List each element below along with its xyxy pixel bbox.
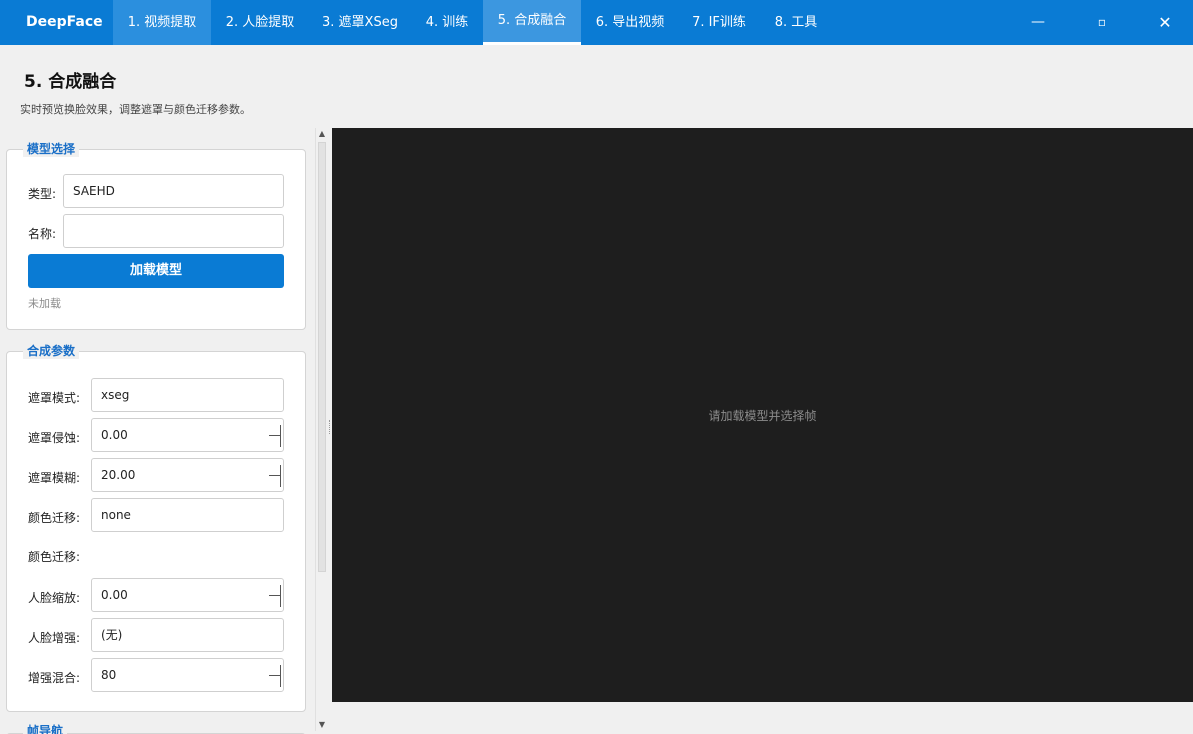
tab-merge[interactable]: 5. 合成融合 [483,0,581,45]
enhance-blend-label: 增强混合: [28,671,81,685]
page-subtitle: 实时预览换脸效果，调整遮罩与颜色迁移参数。 [20,103,251,116]
color-transfer-label: 颜色迁移: [28,511,81,525]
left-panel-scrollbar[interactable]: ▲ ▼ [315,128,328,731]
minimize-icon[interactable]: — [1018,0,1058,45]
tab-video-extract[interactable]: 1. 视频提取 [113,0,211,45]
mask-blur-value: 20.00 [101,468,136,482]
model-name-label: 名称: [28,227,57,241]
face-enhance-select[interactable]: (无) [91,618,284,652]
spin-arrows-icon[interactable] [269,585,281,607]
frame-nav-group-title: 帧导航 [23,722,68,734]
color-transfer-select[interactable]: none [91,498,284,532]
model-name-field[interactable] [63,214,284,248]
splitter-handle[interactable] [329,420,331,434]
spin-arrows-icon[interactable] [269,425,281,447]
scroll-thumb[interactable] [318,142,326,572]
mask-erode-spinbox[interactable]: 0.00 [91,418,284,452]
scroll-down-icon[interactable]: ▼ [316,719,328,731]
scroll-up-icon[interactable]: ▲ [316,128,328,140]
enhance-blend-spinbox[interactable]: 80 [91,658,284,692]
mask-erode-value: 0.00 [101,428,128,442]
mask-mode-select[interactable]: xseg [91,378,284,412]
tab-export-video[interactable]: 6. 导出视频 [581,0,679,45]
app-title: DeepFace [26,14,103,30]
mask-blur-label: 遮罩模糊: [28,471,81,485]
mask-mode-label: 遮罩模式: [28,391,81,405]
preview-placeholder: 请加载模型并选择帧 [708,409,817,423]
tab-if-train[interactable]: 7. IF训练 [679,0,759,45]
face-scale-label: 人脸缩放: [28,591,81,605]
load-model-button[interactable]: 加载模型 [28,254,284,288]
model-type-label: 类型: [28,187,57,201]
mask-erode-label: 遮罩侵蚀: [28,431,81,445]
enhance-blend-value: 80 [101,668,117,682]
tab-tools[interactable]: 8. 工具 [759,0,833,45]
tab-mask-xseg[interactable]: 3. 遮罩XSeg [309,0,411,45]
close-icon[interactable]: ✕ [1145,0,1185,45]
preview-canvas: 请加载模型并选择帧 [332,128,1193,702]
face-scale-value: 0.00 [101,588,128,602]
page-title: 5. 合成融合 [24,72,117,92]
title-bar: DeepFace 1. 视频提取 2. 人脸提取 3. 遮罩XSeg 4. 训练… [0,0,1193,45]
tab-face-extract[interactable]: 2. 人脸提取 [211,0,309,45]
spin-arrows-icon[interactable] [269,465,281,487]
model-type-select[interactable]: SAEHD [63,174,284,208]
face-scale-spinbox[interactable]: 0.00 [91,578,284,612]
mask-blur-spinbox[interactable]: 20.00 [91,458,284,492]
model-status: 未加载 [28,297,61,310]
model-select-group: 模型选择 类型: SAEHD 名称: 加载模型 未加载 [6,140,306,330]
face-enhance-label: 人脸增强: [28,631,81,645]
tab-train[interactable]: 4. 训练 [411,0,483,45]
maximize-icon[interactable]: ▫ [1082,0,1122,45]
model-group-title: 模型选择 [23,140,80,157]
spin-arrows-icon[interactable] [269,665,281,687]
params-group-title: 合成参数 [23,342,80,359]
merge-params-group: 合成参数 遮罩模式: xseg 遮罩侵蚀: 0.00 遮罩模糊: 20.00 颜… [6,342,306,712]
color-transfer-label-2: 颜色迁移: [28,550,81,564]
